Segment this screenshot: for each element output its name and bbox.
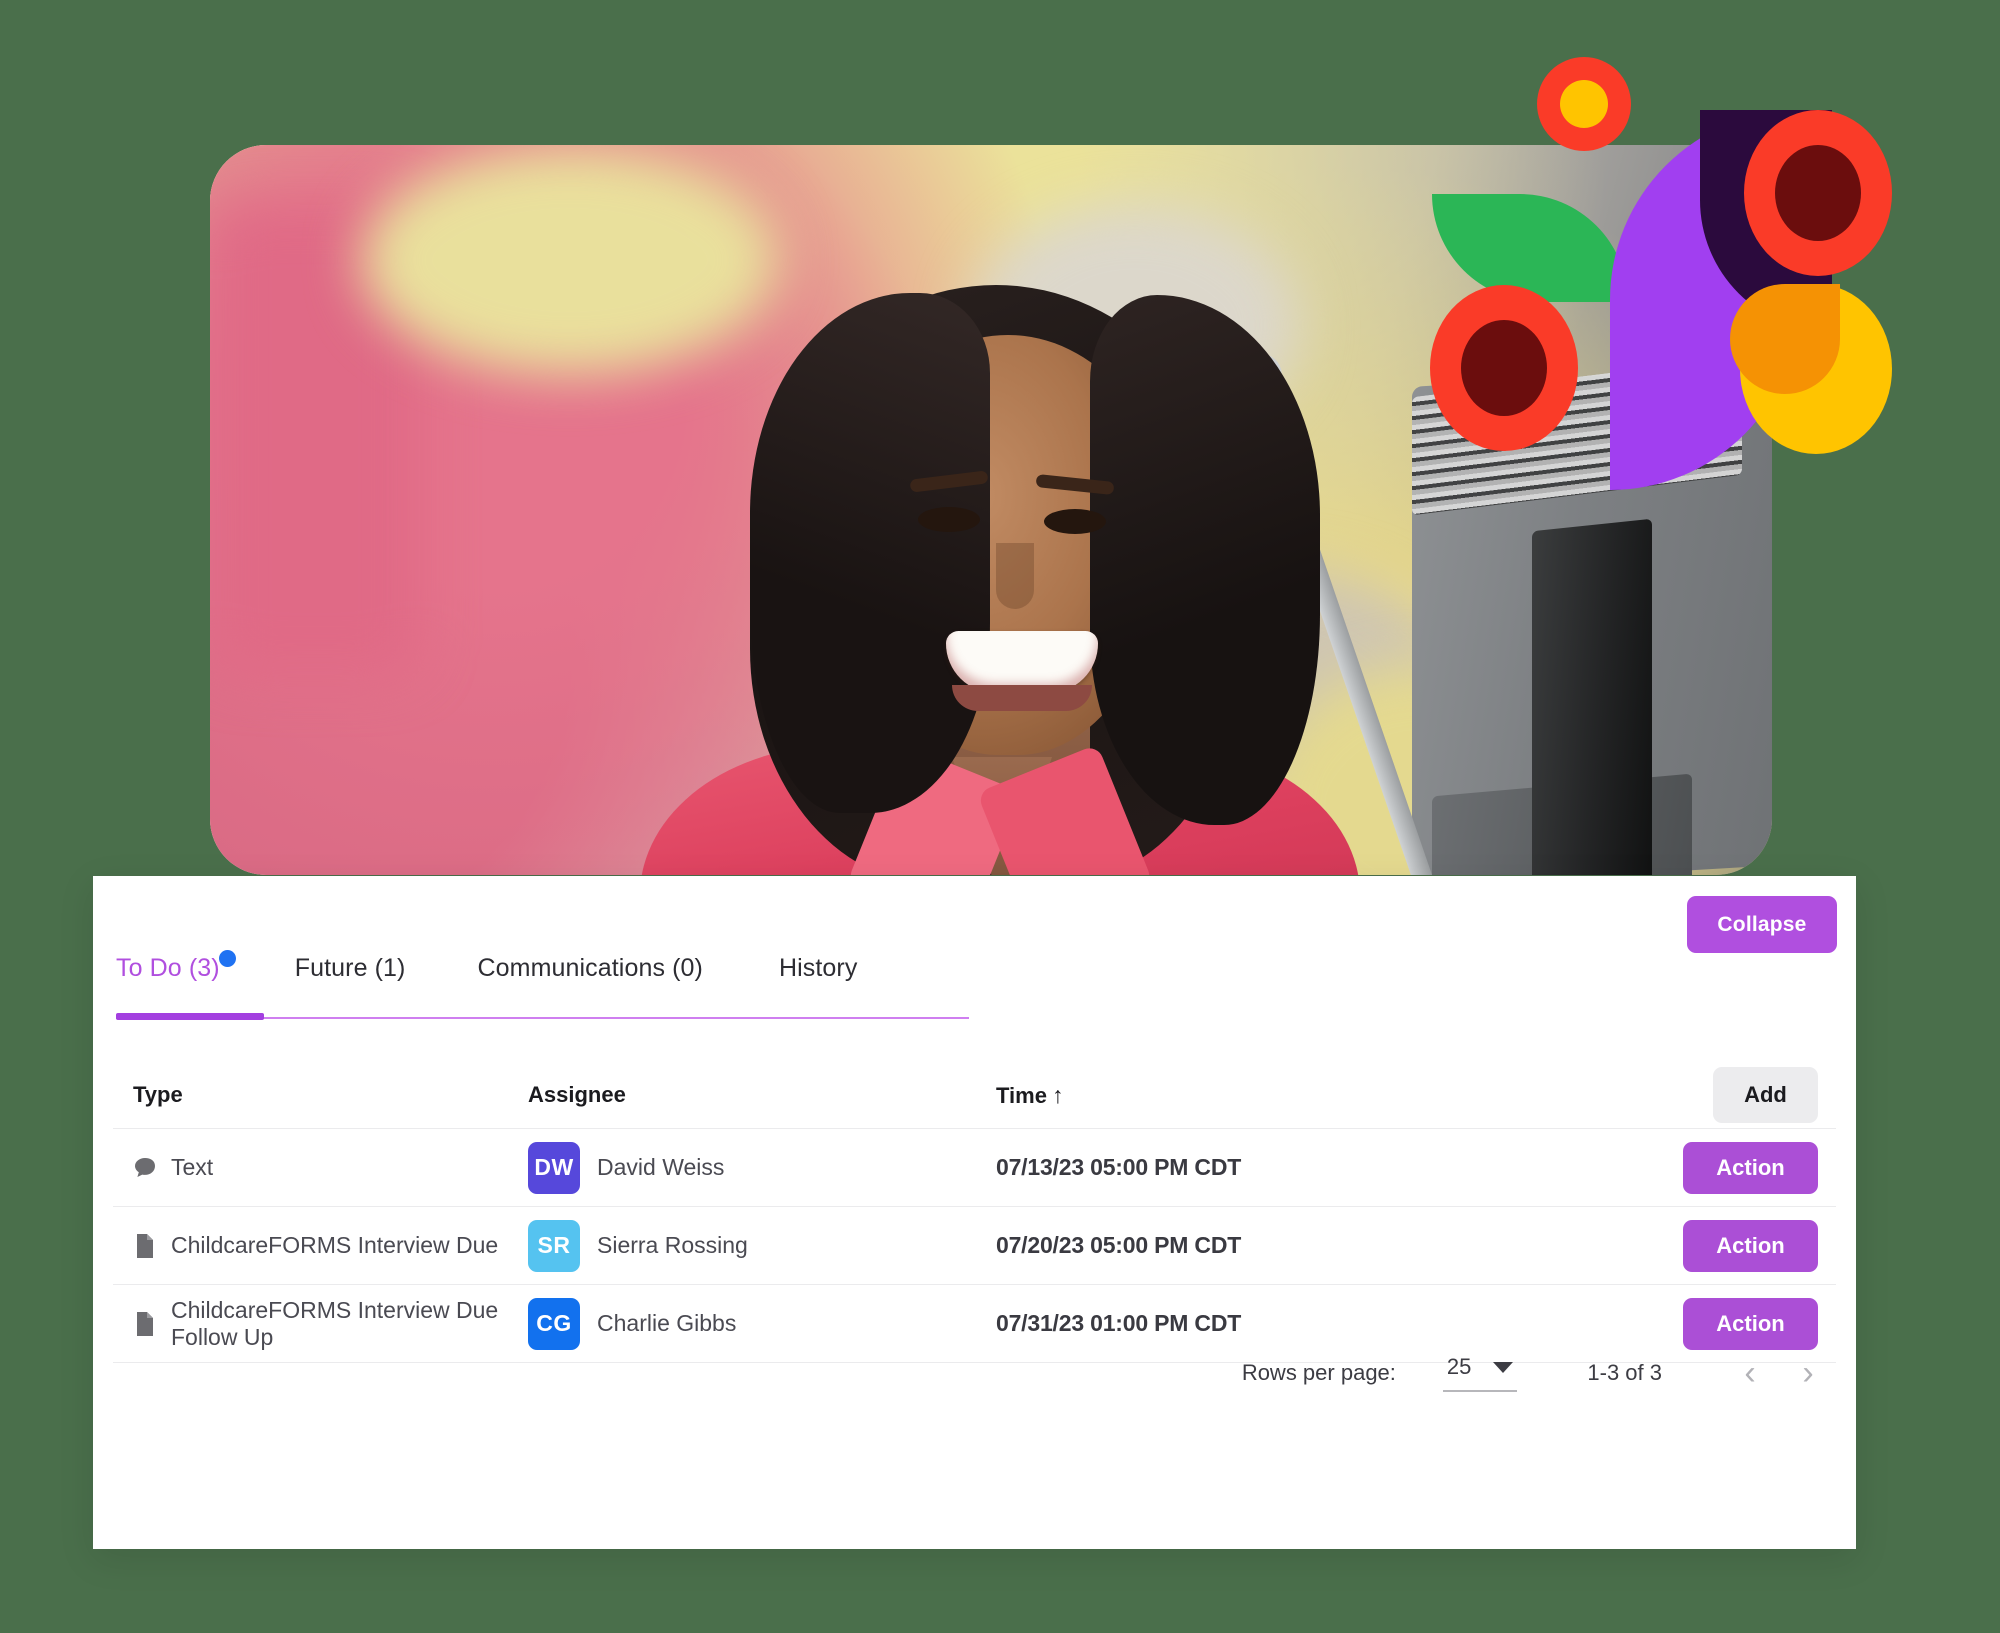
rows-per-page-value: 25 <box>1446 1354 1472 1379</box>
table-row[interactable]: Text DW David Weiss 07/13/23 05:00 PM CD… <box>113 1129 1836 1207</box>
cell-action: Action <box>1551 1141 1836 1194</box>
rows-per-page-select[interactable]: 25 <box>1442 1354 1518 1392</box>
cell-type: ChildcareFORMS Interview Due <box>113 1232 528 1259</box>
person-eye-right <box>1044 509 1106 534</box>
decor-ring-red-maroon-left <box>1430 285 1578 451</box>
tab-history[interactable]: History <box>779 954 857 1017</box>
add-button[interactable]: Add <box>1713 1067 1818 1123</box>
chat-bubble-icon <box>135 1157 155 1177</box>
column-header-assignee[interactable]: Assignee <box>528 1082 951 1108</box>
assignee-name: Charlie Gibbs <box>597 1310 737 1336</box>
tab-underline-active <box>116 1013 264 1020</box>
monitor-screen-edge <box>1532 518 1652 875</box>
task-panel-card: Collapse To Do (3) Future (1) Communicat… <box>93 876 1856 1549</box>
person-mouth <box>946 631 1098 693</box>
avatar: CG <box>528 1297 580 1350</box>
table-header-row: Type Assignee Time ↑ Add <box>113 1062 1836 1129</box>
chevron-down-icon <box>1493 1361 1514 1373</box>
tab-to-do[interactable]: To Do (3) <box>116 950 236 1017</box>
avatar: SR <box>528 1219 580 1272</box>
tab-future-label: Future (1) <box>294 954 406 982</box>
tab-communications[interactable]: Communications (0) <box>477 954 702 1017</box>
tab-communications-label: Communications (0) <box>477 954 703 982</box>
person-nose <box>996 543 1034 609</box>
column-header-actions: Add <box>1551 1067 1836 1123</box>
decor-ring-red-maroon-right <box>1744 110 1892 276</box>
type-label: Text <box>171 1154 214 1180</box>
tab-bar: To Do (3) Future (1) Communications (0) … <box>116 950 857 1017</box>
tasks-table: Type Assignee Time ↑ Add Text DW David We… <box>113 1062 1836 1363</box>
cell-type: Text <box>113 1154 528 1181</box>
tab-future[interactable]: Future (1) <box>295 954 406 1017</box>
cell-assignee: DW David Weiss <box>528 1141 951 1194</box>
assignee-name: Sierra Rossing <box>597 1232 748 1258</box>
rows-per-page-label: Rows per page: <box>1241 1360 1396 1385</box>
type-label: ChildcareFORMS Interview Due <box>171 1232 499 1258</box>
decor-ring-red-yellow <box>1537 57 1631 151</box>
cell-time: 07/13/23 05:00 PM CDT <box>996 1154 1242 1180</box>
pagination-range: 1-3 of 3 <box>1587 1360 1662 1385</box>
collapse-button[interactable]: Collapse <box>1687 896 1837 953</box>
avatar: DW <box>528 1141 580 1194</box>
cell-time: 07/20/23 05:00 PM CDT <box>996 1232 1242 1258</box>
cell-type: ChildcareFORMS Interview Due Follow Up <box>113 1297 528 1351</box>
assignee-name: David Weiss <box>597 1154 725 1180</box>
person-eye-left <box>918 507 980 532</box>
decor-quarter-orange <box>1730 284 1840 394</box>
table-row[interactable]: ChildcareFORMS Interview Due SR Sierra R… <box>113 1207 1836 1285</box>
action-button[interactable]: Action <box>1683 1297 1818 1350</box>
tab-notification-dot <box>218 950 236 967</box>
document-icon <box>137 1233 153 1258</box>
document-icon <box>137 1311 153 1336</box>
type-label: ChildcareFORMS Interview Due Follow Up <box>171 1296 499 1350</box>
cell-action: Action <box>1551 1297 1836 1350</box>
cell-assignee: SR Sierra Rossing <box>528 1219 951 1272</box>
tab-to-do-label: To Do (3) <box>116 954 220 982</box>
cell-action: Action <box>1551 1219 1836 1272</box>
photo-blur-yellow <box>360 145 780 375</box>
column-header-time-label: Time <box>996 1082 1047 1108</box>
cell-assignee: CG Charlie Gibbs <box>528 1297 951 1350</box>
column-header-time[interactable]: Time ↑ <box>951 1082 1551 1109</box>
person-lower-lip <box>952 685 1092 711</box>
cell-time: 07/31/23 01:00 PM CDT <box>996 1310 1242 1336</box>
sort-ascending-icon: ↑ <box>1051 1081 1064 1108</box>
pagination-bar: Rows per page: 25 1-3 of 3 ‹ › <box>1242 1351 1830 1395</box>
column-header-type[interactable]: Type <box>113 1082 528 1108</box>
action-button[interactable]: Action <box>1683 1219 1818 1272</box>
next-page-button[interactable]: › <box>1786 1351 1830 1395</box>
tab-history-label: History <box>778 954 858 982</box>
previous-page-button[interactable]: ‹ <box>1728 1351 1772 1395</box>
action-button[interactable]: Action <box>1683 1141 1818 1194</box>
